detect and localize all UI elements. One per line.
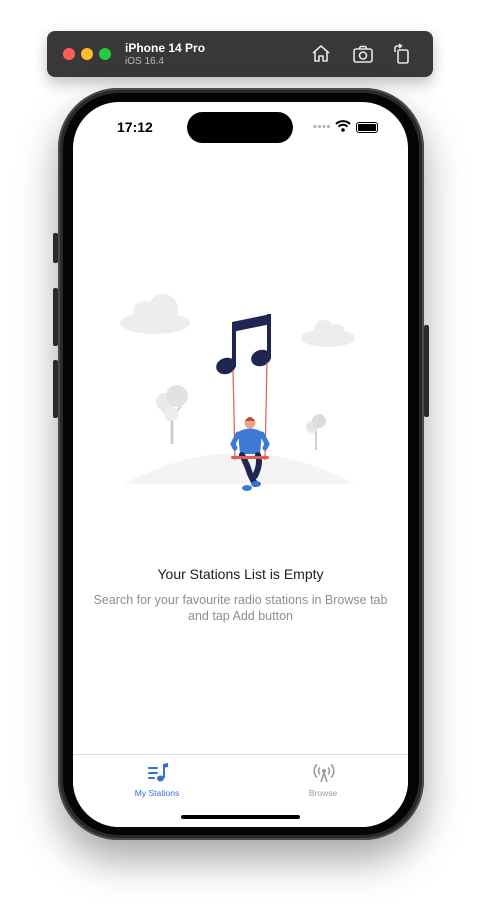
- device-name: iPhone 14 Pro: [125, 41, 206, 55]
- cloud-left: [120, 294, 190, 334]
- phone-screen: 17:12 Your Stations List is Empty Search…: [73, 102, 408, 827]
- battery-icon: [356, 122, 378, 133]
- dynamic-island: [187, 112, 293, 143]
- tab-my-stations-label: My Stations: [134, 788, 180, 798]
- status-time: 17:12: [117, 119, 153, 135]
- screenshot-icon: [353, 45, 373, 63]
- empty-state-description: Search for your favourite radio stations…: [93, 593, 388, 623]
- swing-seat: [231, 456, 269, 459]
- close-window-button[interactable]: [63, 48, 75, 60]
- minimize-window-button[interactable]: [81, 48, 93, 60]
- silent-switch: [53, 233, 58, 263]
- volume-up-button: [53, 288, 58, 346]
- home-icon: [312, 45, 330, 62]
- power-button: [424, 325, 429, 417]
- empty-state-illustration: [120, 294, 355, 491]
- music-note: [216, 314, 271, 375]
- rotate-icon: [394, 43, 409, 64]
- cloud-right: [301, 320, 355, 347]
- tree-left: [156, 385, 188, 444]
- home-button[interactable]: [309, 42, 333, 66]
- os-version: iOS 16.4: [125, 56, 164, 67]
- tab-my-stations[interactable]: My Stations: [77, 755, 237, 805]
- antenna-icon: [313, 763, 335, 783]
- cellular-dots-icon: [313, 124, 331, 129]
- screenshot-button[interactable]: [351, 42, 375, 66]
- empty-state-title: Your Stations List is Empty: [157, 566, 324, 582]
- volume-down-button: [53, 360, 58, 418]
- rotate-button[interactable]: [390, 42, 414, 66]
- home-indicator[interactable]: [181, 815, 300, 819]
- tab-browse-label: Browse: [308, 788, 338, 798]
- simulator-toolbar: iPhone 14 Pro iOS 16.4: [47, 31, 433, 77]
- wifi-icon: [335, 120, 351, 132]
- tab-browse[interactable]: Browse: [243, 755, 403, 805]
- music-list-icon: [148, 763, 168, 782]
- tree-right: [306, 414, 326, 450]
- zoom-window-button[interactable]: [99, 48, 111, 60]
